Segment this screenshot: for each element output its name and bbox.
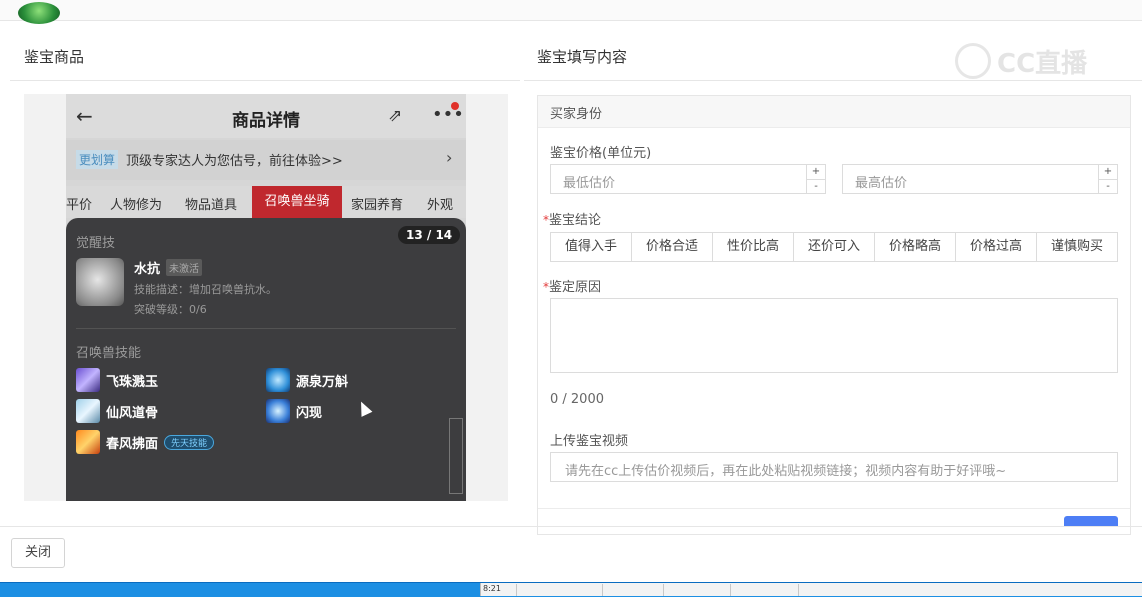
price-label: 鉴宝价格(单位元) (550, 146, 652, 161)
phone-tabs: 平价 人物修为 物品道具 召唤兽坐骑 家园养育 外观 (66, 186, 466, 218)
skill-icon (266, 399, 290, 423)
summon-skill: 仙风道骨 (76, 399, 158, 423)
decrement-icon[interactable]: - (1099, 180, 1117, 194)
taskbar-time: 8:21 (483, 584, 501, 593)
video-label: 上传鉴宝视频 (550, 434, 629, 449)
form-section-header: 买家身份 (538, 96, 1130, 128)
appraisal-modal: 鉴宝商品 鉴宝填写内容 CC直播 ← 商品详情 ⇗ ••• 更划算 顶级专家达人… (0, 0, 1142, 582)
reason-label: *鉴定原因 (543, 280, 602, 295)
skill-name: 水抗 (134, 262, 161, 277)
increment-icon[interactable]: + (807, 165, 825, 179)
watermark-logo: CC直播 (955, 42, 1115, 80)
phone-tab: 家园养育 (351, 198, 404, 213)
summon-skill: 闪现 (266, 399, 322, 423)
skill-card: 觉醒技 13 / 14 水抗 未激活 技能描述：增加召唤兽抗水。 突破等级：0/… (66, 218, 466, 501)
page-count: 13 / 14 (398, 226, 461, 244)
phone-tab-active: 召唤兽坐骑 (252, 186, 342, 218)
banner-text: 顶级专家达人为您估号，前往体验>> (126, 154, 343, 169)
top-strip (0, 0, 1142, 21)
taskbar-tray (480, 583, 1142, 596)
summon-skill: 春风拂面 先天技能 (76, 430, 215, 454)
notification-dot (451, 102, 459, 110)
skill-level: 突破等级：0/6 (134, 303, 207, 316)
skill-icon (76, 399, 100, 423)
divider (524, 80, 1142, 81)
skill-icon (76, 430, 100, 454)
product-screenshot[interactable]: ← 商品详情 ⇗ ••• 更划算 顶级专家达人为您估号，前往体验>> › 平价 … (66, 94, 466, 501)
banner-tag: 更划算 (76, 150, 119, 169)
skill-icon (266, 368, 290, 392)
left-section-title: 鉴宝商品 (24, 48, 85, 66)
phone-tab: 外观 (427, 198, 454, 213)
conclusion-option[interactable]: 还价可入 (794, 233, 875, 261)
number-stepper[interactable]: + - (1098, 165, 1117, 193)
form-section-title: 买家身份 (550, 107, 603, 122)
skill-desc: 技能描述：增加召唤兽抗水。 (134, 283, 277, 296)
divider (0, 526, 1142, 527)
section-summon-skills: 召唤兽技能 (76, 346, 142, 361)
conclusion-option[interactable]: 价格略高 (875, 233, 956, 261)
reason-textarea[interactable] (550, 298, 1118, 373)
scroll-indicator (449, 418, 463, 494)
video-link-input[interactable]: 请先在cc上传估价视频后，再在此处粘贴视频链接；视频内容有助于好评哦~ (550, 452, 1118, 482)
decrement-icon[interactable]: - (807, 180, 825, 194)
close-button[interactable]: 关闭 (11, 538, 65, 568)
submit-button[interactable] (1064, 516, 1118, 526)
conclusion-option[interactable]: 性价比高 (713, 233, 794, 261)
innate-skill-tag: 先天技能 (164, 434, 215, 450)
conclusion-options: 值得入手 价格合适 性价比高 还价可入 价格略高 价格过高 谨慎购买 (550, 232, 1118, 262)
conclusion-option[interactable]: 值得入手 (551, 233, 632, 261)
chevron-right-icon: › (446, 148, 453, 167)
phone-tab: 平价 (66, 198, 93, 213)
taskbar-divider (516, 584, 517, 596)
section-awaken: 觉醒技 (76, 236, 116, 251)
summon-skill: 飞珠溅玉 (76, 368, 158, 392)
conclusion-option[interactable]: 谨慎购买 (1037, 233, 1117, 261)
phone-title: 商品详情 (232, 111, 300, 131)
conclusion-option[interactable]: 价格过高 (956, 233, 1037, 261)
number-stepper[interactable]: + - (806, 165, 825, 193)
phone-tab: 人物修为 (110, 198, 163, 213)
taskbar-divider (798, 584, 799, 596)
conclusion-label: *鉴宝结论 (543, 213, 602, 228)
taskbar-divider (730, 584, 731, 596)
phone-header: ← 商品详情 ⇗ ••• (66, 94, 466, 138)
start-button[interactable] (18, 2, 60, 24)
skill-icon (76, 368, 100, 392)
phone-tab: 物品道具 (185, 198, 238, 213)
divider (76, 328, 456, 329)
increment-icon[interactable]: + (1099, 165, 1117, 179)
divider (10, 80, 520, 81)
more-dots-icon: ••• (432, 104, 464, 125)
max-price-input[interactable]: 最高估价 + - (842, 164, 1118, 194)
taskbar-divider (602, 584, 603, 596)
summon-skill: 源泉万斛 (266, 368, 348, 392)
watermark-text: CC直播 (997, 48, 1088, 79)
min-price-input[interactable]: 最低估价 + - (550, 164, 826, 194)
taskbar-divider (663, 584, 664, 596)
watermark-circle-icon (955, 43, 991, 79)
inactive-badge: 未激活 (166, 259, 202, 276)
right-section-title: 鉴宝填写内容 (537, 48, 628, 66)
share-icon: ⇗ (388, 106, 403, 126)
divider (538, 508, 1130, 509)
char-counter: 0 / 2000 (550, 392, 604, 407)
phone-banner: 更划算 顶级专家达人为您估号，前往体验>> › (66, 140, 466, 180)
conclusion-option[interactable]: 价格合适 (632, 233, 713, 261)
skill-avatar (76, 258, 124, 306)
